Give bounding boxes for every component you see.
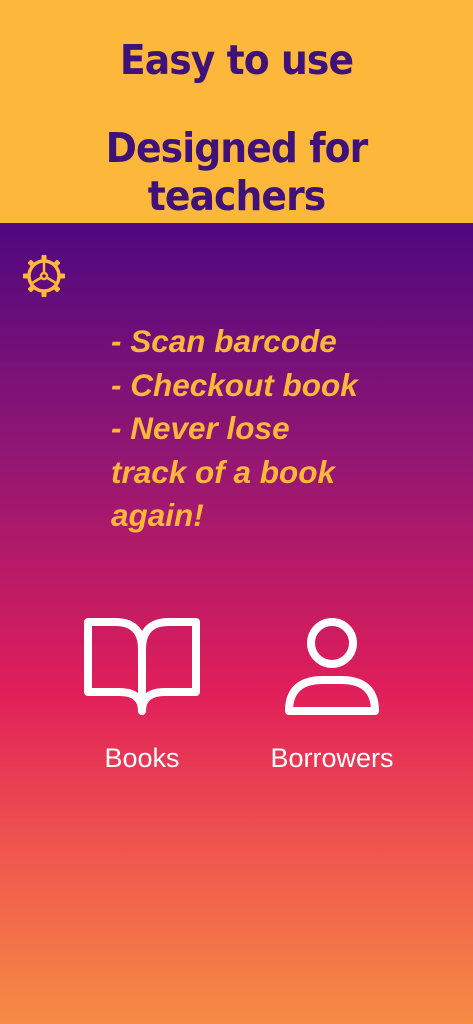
feature-checkout-book: - Checkout book bbox=[111, 366, 358, 403]
feature-never-lose: - Never lose bbox=[111, 410, 290, 446]
books-button[interactable]: Books bbox=[57, 612, 227, 787]
open-book-icon bbox=[57, 612, 227, 722]
feature-list: - Scan barcode - Checkout book - Never l… bbox=[111, 320, 451, 538]
borrowers-button[interactable]: Borrowers bbox=[247, 612, 417, 787]
headline-easy-to-use: Easy to use bbox=[119, 36, 354, 84]
person-icon bbox=[247, 612, 417, 722]
feature-track-of-a-book: track of a book bbox=[111, 453, 336, 490]
books-label: Books bbox=[104, 743, 180, 773]
header-banner: Easy to use Designed for teachers bbox=[0, 0, 473, 223]
feature-scan-barcode: - Scan barcode bbox=[111, 323, 337, 359]
headline-designed-for-teachers: Designed for teachers bbox=[105, 124, 369, 220]
gear-icon[interactable] bbox=[22, 254, 66, 298]
borrowers-label: Borrowers bbox=[270, 743, 394, 773]
feature-again: again! bbox=[111, 497, 204, 533]
